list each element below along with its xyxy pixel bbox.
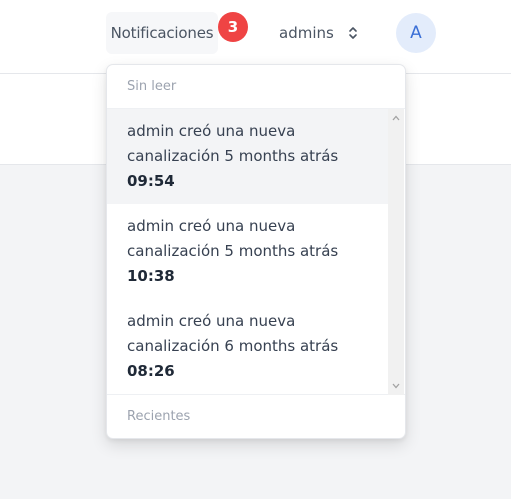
recent-section-header: Recientes (127, 408, 191, 424)
notifications-list: admin creó una nueva canalización 5 mont… (107, 109, 389, 394)
notifications-scrollbar[interactable] (388, 109, 404, 395)
notification-item[interactable]: admin creó una nueva canalización 5 mont… (107, 109, 389, 204)
unread-section-header: Sin leer (107, 65, 405, 109)
user-name: admins (279, 24, 334, 42)
notifications-list-container: admin creó una nueva canalización 5 mont… (107, 109, 405, 395)
notification-time: 10:38 (127, 267, 175, 285)
scroll-down-arrow-icon[interactable] (388, 379, 404, 393)
scroll-up-arrow-icon[interactable] (388, 111, 404, 125)
notifications-dropdown: Sin leer admin creó una nueva canalizaci… (106, 64, 406, 439)
notifications-label: Notificaciones (110, 24, 214, 42)
notifications-count-badge: 3 (218, 12, 248, 42)
notification-time: 08:26 (127, 362, 175, 380)
notification-time: 09:54 (127, 172, 175, 190)
top-navbar: Notificaciones 3 admins A (0, 0, 511, 74)
avatar-initial: A (410, 23, 422, 43)
notification-item[interactable]: admin creó una nueva canalización 5 mont… (107, 204, 389, 299)
notification-text: admin creó una nueva canalización 5 mont… (127, 122, 339, 165)
notifications-button[interactable]: Notificaciones (106, 12, 218, 54)
notification-text: admin creó una nueva canalización 5 mont… (127, 217, 339, 260)
user-selector[interactable]: admins (279, 20, 358, 46)
user-avatar[interactable]: A (396, 13, 436, 53)
chevron-up-down-icon (349, 27, 357, 39)
notification-item[interactable]: admin creó una nueva canalización 6 mont… (107, 299, 389, 394)
notification-text: admin creó una nueva canalización 6 mont… (127, 312, 339, 355)
